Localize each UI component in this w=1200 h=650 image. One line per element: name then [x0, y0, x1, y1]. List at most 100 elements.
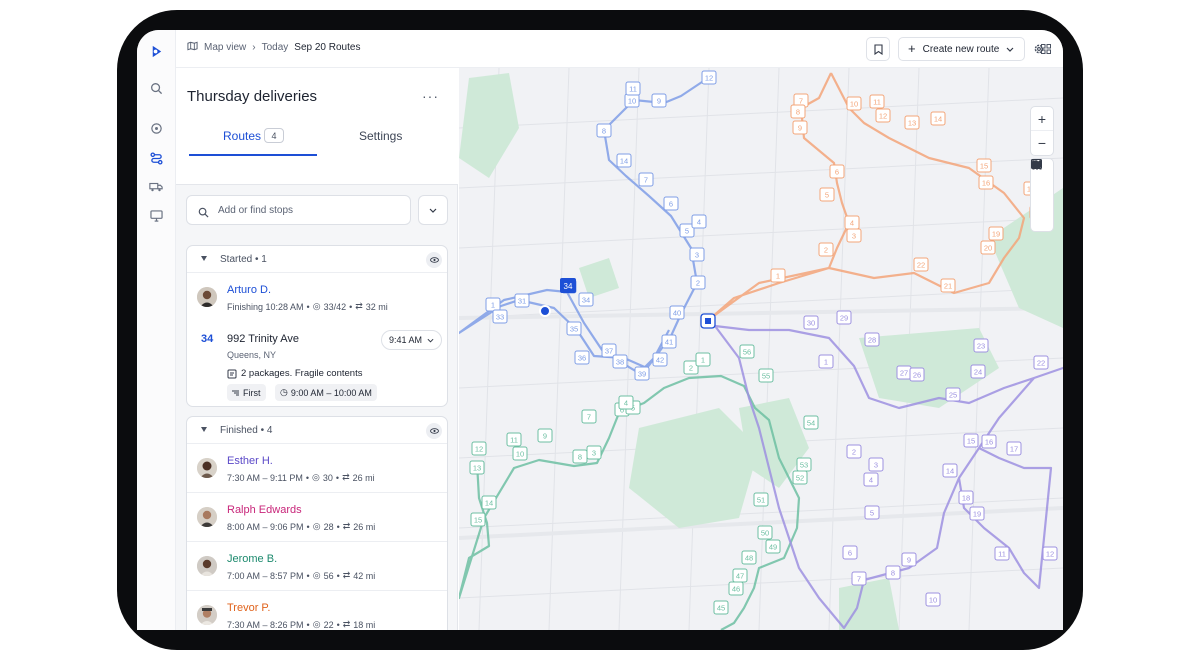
stop-pin-orange[interactable]: 15 — [976, 158, 992, 173]
stop-pin-purple[interactable]: 12 — [1042, 546, 1058, 561]
stop-pin-green[interactable]: 4 — [618, 395, 634, 410]
map-canvas[interactable]: 1291011814765432131333234353637383940414… — [459, 68, 1063, 630]
bookmark-button[interactable] — [866, 37, 890, 61]
stop-pin-green[interactable]: 14 — [481, 495, 497, 510]
stop-pin-purple[interactable]: 14 — [942, 463, 958, 478]
stop-pin-green[interactable]: 1 — [695, 352, 711, 367]
stop-pin-green[interactable]: 10 — [512, 446, 528, 461]
stop-pin-orange[interactable]: 13 — [904, 115, 920, 130]
stop-pin-green[interactable]: 45 — [713, 600, 729, 615]
stop-pin-orange[interactable]: 21 — [940, 278, 956, 293]
driver-row-esther[interactable]: Esther H. 7:30 AM – 9:11 PM • ◎ 30 • ⇄ 26 mi — [187, 444, 447, 493]
stop-pin-orange[interactable]: 8 — [790, 104, 806, 119]
stop-pin-orange[interactable]: 12 — [875, 108, 891, 123]
stop-pin-purple[interactable]: 18 — [958, 490, 974, 505]
stop-pin-green[interactable]: 11 — [506, 432, 522, 447]
stop-pin-purple[interactable]: 26 — [909, 367, 925, 382]
settings-button[interactable] — [1027, 37, 1051, 61]
stop-pin-purple[interactable]: 28 — [864, 332, 880, 347]
create-route-button[interactable]: + Create new route — [898, 37, 1025, 61]
location-pin-icon[interactable] — [146, 118, 166, 138]
stop-pin-green[interactable]: 3 — [586, 445, 602, 460]
stop-pin-orange[interactable]: 19 — [988, 226, 1004, 241]
stop-pin-green[interactable]: 56 — [739, 344, 755, 359]
stop-pin-blue[interactable]: 39 — [634, 366, 650, 381]
stop-pin-purple[interactable]: 15 — [963, 433, 979, 448]
stop-pin-green[interactable]: 8 — [572, 449, 588, 464]
stop-pin-purple[interactable]: 23 — [973, 338, 989, 353]
route-map[interactable]: 1291011814765432131333234353637383940414… — [459, 68, 1063, 630]
stop-pin-orange[interactable]: 14 — [930, 111, 946, 126]
stop-pin-purple[interactable]: 4 — [863, 472, 879, 487]
app-logo-icon[interactable] — [146, 41, 166, 61]
stop-pin-blue[interactable]: 34 — [578, 292, 594, 307]
stop-pin-orange[interactable]: 2 — [818, 242, 834, 257]
tab-settings[interactable]: Settings — [359, 129, 402, 143]
stop-pin-purple[interactable]: 22 — [1033, 355, 1049, 370]
zoom-in-button[interactable]: + — [1031, 107, 1053, 131]
stop-pin-blue[interactable]: 31 — [514, 293, 530, 308]
stop-pin-blue[interactable]: 12 — [701, 70, 717, 85]
stop-pin-green[interactable]: 15 — [470, 512, 486, 527]
driver-row-trevor[interactable]: Trevor P. 7:30 AM – 8:26 PM • ◎ 22 • ⇄ 18 mi — [187, 591, 447, 630]
stop-pin-blue[interactable]: 10 — [624, 93, 640, 108]
stop-pin-green[interactable]: 52 — [792, 470, 808, 485]
breadcrumb-today[interactable]: Today — [262, 42, 289, 53]
stop-pin-blue[interactable]: 2 — [690, 275, 706, 290]
stop-address[interactable]: 992 Trinity Ave — [227, 333, 299, 345]
select-area-button[interactable] — [1031, 159, 1053, 231]
stop-pin-blue[interactable]: 4 — [691, 214, 707, 229]
stop-pin-orange[interactable]: 1 — [770, 268, 786, 283]
stop-pin-blue[interactable]: 40 — [669, 305, 685, 320]
satellite-button[interactable] — [1031, 159, 1053, 207]
tab-routes[interactable]: Routes — [223, 129, 261, 143]
stop-pin-purple[interactable]: 10 — [925, 592, 941, 607]
stop-pin-purple[interactable]: 9 — [901, 552, 917, 567]
route-line-orange[interactable] — [709, 72, 1026, 320]
search-icon[interactable] — [146, 78, 166, 98]
truck-icon[interactable] — [146, 177, 166, 197]
breadcrumb-map-view[interactable]: Map view — [204, 42, 246, 53]
stop-pin-blue[interactable]: 14 — [616, 153, 632, 168]
stop-pin-green[interactable]: 55 — [758, 368, 774, 383]
stop-pin-orange[interactable]: 5 — [819, 187, 835, 202]
stop-pin-purple[interactable]: 7 — [851, 571, 867, 586]
stop-pin-orange[interactable]: 20 — [980, 240, 996, 255]
stop-pin-green[interactable]: 46 — [728, 581, 744, 596]
stop-pin-green[interactable]: 13 — [469, 460, 485, 475]
zoom-out-button[interactable]: − — [1031, 131, 1053, 155]
eye-icon[interactable] — [426, 252, 442, 268]
stop-pin-purple[interactable]: 8 — [885, 565, 901, 580]
stop-pin-purple[interactable]: 25 — [945, 387, 961, 402]
finished-header[interactable]: Finished • 4 — [187, 417, 447, 444]
stop-pin-green[interactable]: 7 — [581, 409, 597, 424]
stop-pin-purple[interactable]: 24 — [970, 364, 986, 379]
stop-pin-purple[interactable]: 2 — [846, 444, 862, 459]
stop-pin-purple[interactable]: 3 — [868, 457, 884, 472]
stop-pin-purple[interactable]: 19 — [969, 506, 985, 521]
stop-pin-blue[interactable]: 36 — [574, 350, 590, 365]
depot-marker[interactable] — [700, 313, 716, 329]
search-stops-field[interactable]: Add or find stops — [186, 195, 411, 225]
stop-pin-blue[interactable]: 42 — [652, 352, 668, 367]
stop-pin-blue[interactable]: 6 — [663, 196, 679, 211]
stop-pin-blue[interactable]: 7 — [638, 172, 654, 187]
stop-pin-orange[interactable]: 4 — [844, 215, 860, 230]
active-stop-pin[interactable]: 34 — [560, 278, 576, 293]
driver-row-arturo[interactable]: Arturo D. Finishing 10:28 AM • ◎ 33/42 • ⇄ 3… — [187, 273, 447, 322]
stop-pin-purple[interactable]: 30 — [803, 315, 819, 330]
stop-pin-orange[interactable]: 10 — [846, 96, 862, 111]
stop-pin-orange[interactable]: 11 — [869, 94, 885, 109]
expand-button[interactable] — [418, 195, 448, 225]
stop-pin-blue[interactable]: 35 — [566, 321, 582, 336]
stop-pin-orange[interactable]: 9 — [792, 120, 808, 135]
started-header[interactable]: Started • 1 — [187, 246, 447, 273]
stop-pin-purple[interactable]: 29 — [836, 310, 852, 325]
eye-icon[interactable] — [426, 423, 442, 439]
stop-pin-purple[interactable]: 1 — [818, 354, 834, 369]
stop-pin-green[interactable]: 50 — [757, 525, 773, 540]
stop-pin-blue[interactable]: 3 — [689, 247, 705, 262]
stop-pin-orange[interactable]: 3 — [846, 228, 862, 243]
stop-pin-green[interactable]: 9 — [537, 428, 553, 443]
stop-pin-purple[interactable]: 6 — [842, 545, 858, 560]
